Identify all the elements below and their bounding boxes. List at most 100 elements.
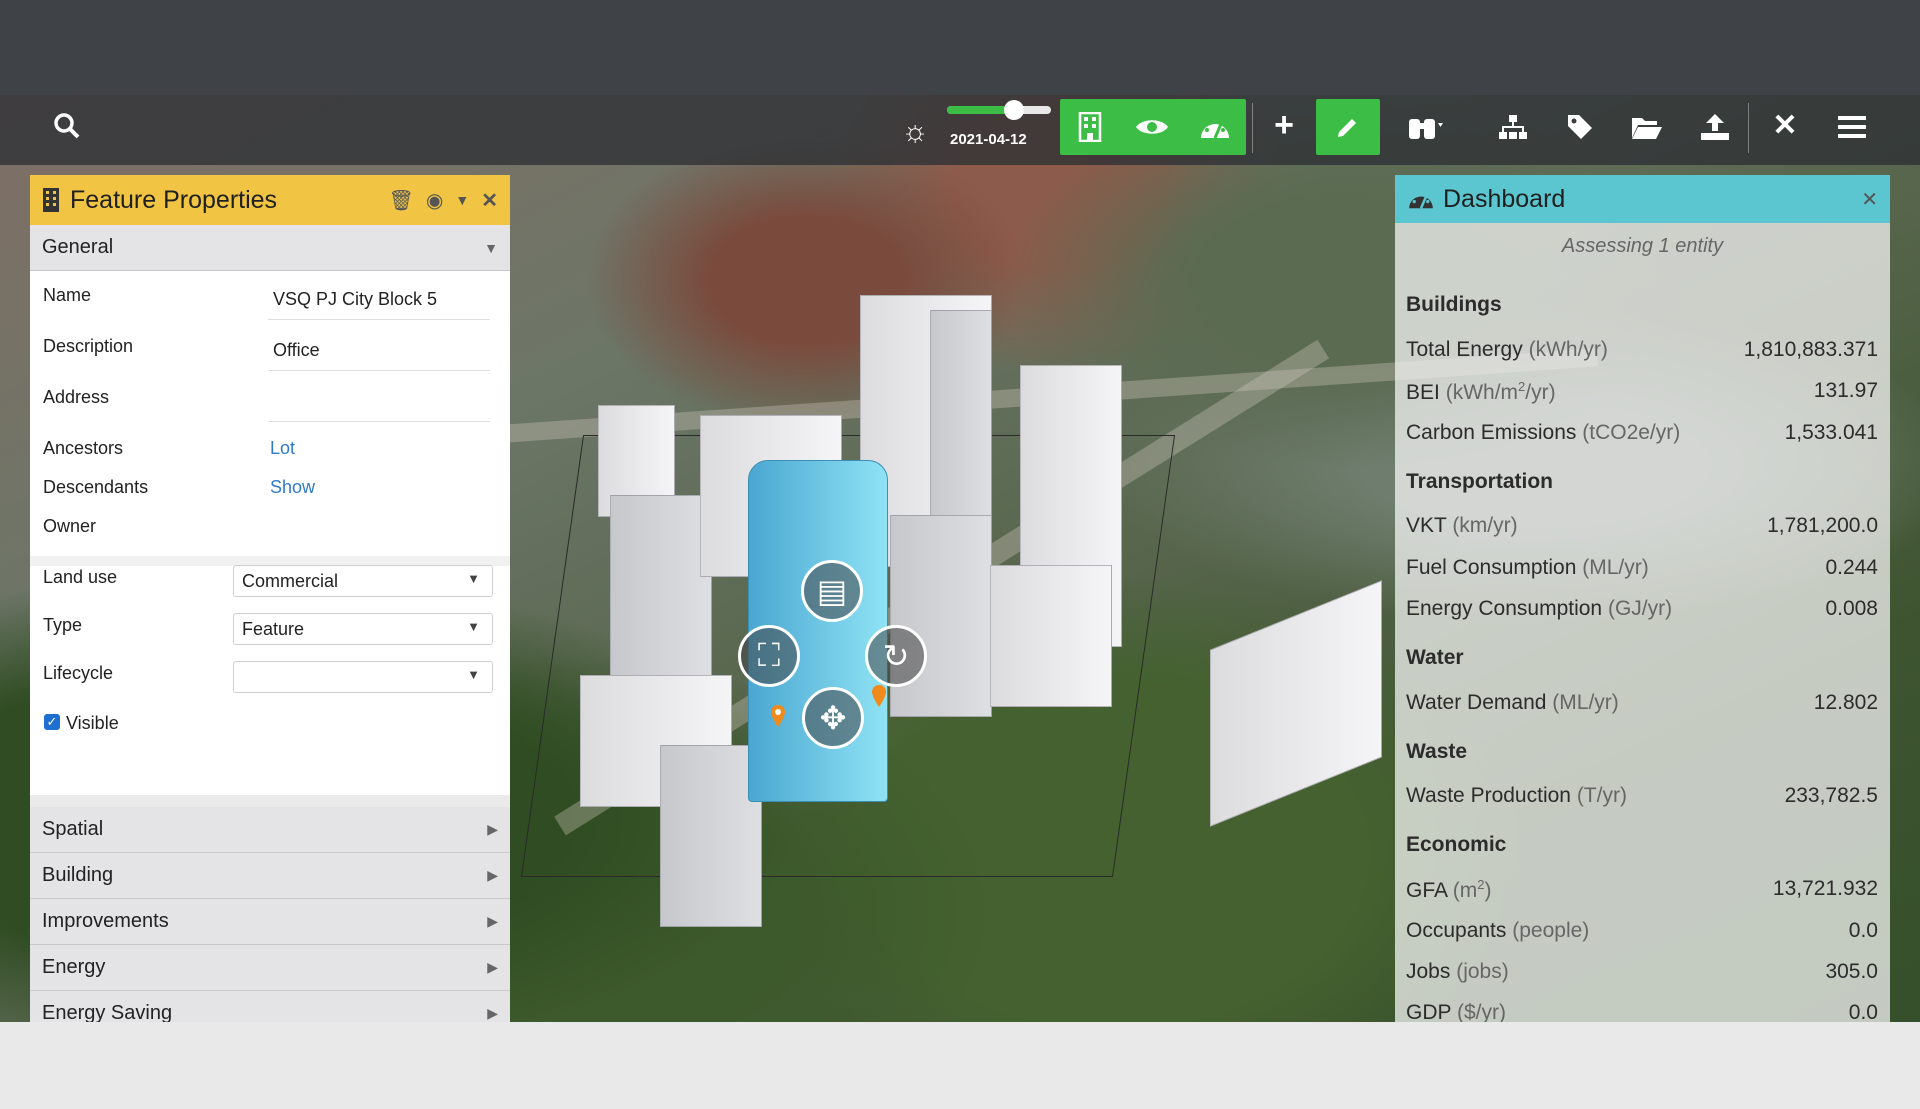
metric-value: 305.0 <box>1825 960 1878 983</box>
metric-label: Total Energy <box>1406 338 1523 361</box>
dashboard-header: Dashboard ✕ <box>1395 175 1890 223</box>
section-general[interactable]: General ▼ <box>30 225 510 271</box>
descendants-label: Descendants <box>43 477 149 497</box>
ancestors-label: Ancestors <box>43 438 124 458</box>
metric-label: BEI <box>1406 381 1440 404</box>
metric-row: VKT (km/yr) 1,781,200.0 <box>1406 514 1878 538</box>
move-icon[interactable]: ✥ <box>802 687 864 749</box>
metric-row: Fuel Consumption (ML/yr) 0.244 <box>1406 556 1878 580</box>
feature-properties-header: Feature Properties 🗑 ◉ ▼ ✕ <box>30 175 510 225</box>
close-icon[interactable]: ✕ <box>481 188 498 213</box>
name-label: Name <box>43 285 92 305</box>
owner-label: Owner <box>43 516 97 536</box>
metric-value: 0.244 <box>1825 556 1878 579</box>
section-energy[interactable]: Energy ▶ <box>30 945 510 991</box>
lifecycle-select[interactable]: ▼ <box>233 661 493 693</box>
section-label: Building <box>42 864 114 886</box>
close-icon[interactable]: ✕ <box>1760 100 1810 150</box>
dropdown-caret-icon: ▼ <box>467 619 480 634</box>
land-use-select[interactable]: Commercial ▼ <box>233 565 493 597</box>
metric-value: 0.0 <box>1848 919 1878 942</box>
section-building[interactable]: Building ▶ <box>30 853 510 899</box>
metric-value: 1,533.041 <box>1784 421 1878 444</box>
metric-unit: ($/yr) <box>1456 1001 1506 1022</box>
group-waste: Waste <box>1406 740 1468 763</box>
descendants-link[interactable]: Show <box>270 477 315 498</box>
metric-row: Waste Production (T/yr) 233,782.5 <box>1406 784 1878 808</box>
metric-value: 12.802 <box>1813 691 1878 714</box>
metric-label: GFA <box>1406 879 1447 902</box>
metric-unit: (kWh/m2/yr) <box>1445 379 1556 404</box>
name-underline <box>268 319 490 320</box>
group-water: Water <box>1406 646 1464 669</box>
name-field[interactable]: VSQ PJ City Block 5 <box>273 289 437 310</box>
metric-value: 1,781,200.0 <box>1767 514 1878 537</box>
section-label: General <box>42 236 114 258</box>
date-slider-handle[interactable] <box>1004 100 1024 120</box>
close-icon[interactable]: ✕ <box>1861 187 1878 212</box>
metric-label: Waste Production <box>1406 784 1571 807</box>
metric-unit: (kWh/yr) <box>1528 338 1608 361</box>
building[interactable] <box>1210 580 1382 827</box>
panel-title: Feature Properties <box>70 185 278 214</box>
map-pin-icon[interactable] <box>771 705 785 727</box>
section-improvements[interactable]: Improvements ▶ <box>30 899 510 945</box>
toolbar-divider <box>1252 103 1253 153</box>
building-icon[interactable] <box>1065 102 1115 152</box>
metric-row: Occupants (people) 0.0 <box>1406 919 1878 943</box>
visible-label: Visible <box>66 713 119 733</box>
tag-icon[interactable] <box>1555 102 1605 152</box>
building[interactable] <box>890 515 992 717</box>
date-label: 2021-04-12 <box>950 131 1027 148</box>
caret-right-icon: ▶ <box>487 913 498 929</box>
metric-unit: (ML/yr) <box>1582 556 1649 579</box>
description-label: Description <box>43 336 134 356</box>
plus-icon[interactable]: + <box>1259 100 1309 150</box>
folder-open-icon[interactable] <box>1622 102 1672 152</box>
metric-unit: (tCO2e/yr) <box>1582 421 1681 444</box>
upload-icon[interactable] <box>1690 102 1740 152</box>
section-energy-saving[interactable]: Energy Saving ▶ <box>30 991 510 1022</box>
metric-row: BEI (kWh/m2/yr) 131.97 <box>1406 379 1878 405</box>
metric-value: 0.008 <box>1825 597 1878 620</box>
menu-icon[interactable] <box>1827 102 1877 152</box>
section-label: Improvements <box>42 910 169 932</box>
toolbar-divider <box>1748 103 1749 153</box>
extrude-icon[interactable]: ▤ <box>801 560 863 622</box>
address-field[interactable] <box>268 421 490 422</box>
dashboard-icon[interactable] <box>1190 102 1240 152</box>
map-pin-icon[interactable] <box>872 685 886 707</box>
hierarchy-icon[interactable] <box>1488 102 1538 152</box>
visible-checkbox[interactable]: ✓ <box>44 714 60 730</box>
group-economic: Economic <box>1406 833 1507 856</box>
caret-right-icon: ▶ <box>487 821 498 837</box>
panel-separator <box>30 795 510 807</box>
building[interactable] <box>660 745 762 927</box>
metric-label: Energy Consumption <box>1406 597 1603 620</box>
bottom-band <box>0 1022 1920 1109</box>
brightness-icon[interactable]: ☼ <box>890 107 940 157</box>
land-use-label: Land use <box>43 567 118 587</box>
pencil-icon[interactable] <box>1323 102 1373 152</box>
section-label: Energy Saving <box>42 1002 173 1022</box>
section-spatial[interactable]: Spatial ▶ <box>30 807 510 853</box>
binoculars-icon[interactable] <box>1400 102 1450 152</box>
scale-icon[interactable]: ⛶ <box>738 625 800 687</box>
ancestors-link[interactable]: Lot <box>270 438 295 459</box>
metric-label: Carbon Emissions <box>1406 421 1577 444</box>
metric-label: Jobs <box>1406 960 1451 983</box>
eye-slash-icon[interactable]: ◉ <box>426 188 443 213</box>
trash-icon[interactable]: 🗑 <box>389 188 414 213</box>
metric-unit: (GJ/yr) <box>1607 597 1673 620</box>
chevron-down-icon[interactable]: ▼ <box>455 192 469 208</box>
eye-icon[interactable] <box>1127 102 1177 152</box>
section-label: Energy <box>42 956 106 978</box>
search-icon[interactable] <box>42 101 92 151</box>
type-select[interactable]: Feature ▼ <box>233 613 493 645</box>
lifecycle-label: Lifecycle <box>43 663 114 683</box>
dashboard-panel: Dashboard ✕ Assessing 1 entity Buildings… <box>1395 175 1890 1022</box>
rotate-icon[interactable]: ↻ <box>865 625 927 687</box>
building[interactable] <box>990 565 1112 707</box>
description-field[interactable]: Office <box>273 340 320 361</box>
caret-down-icon: ▼ <box>484 239 498 256</box>
